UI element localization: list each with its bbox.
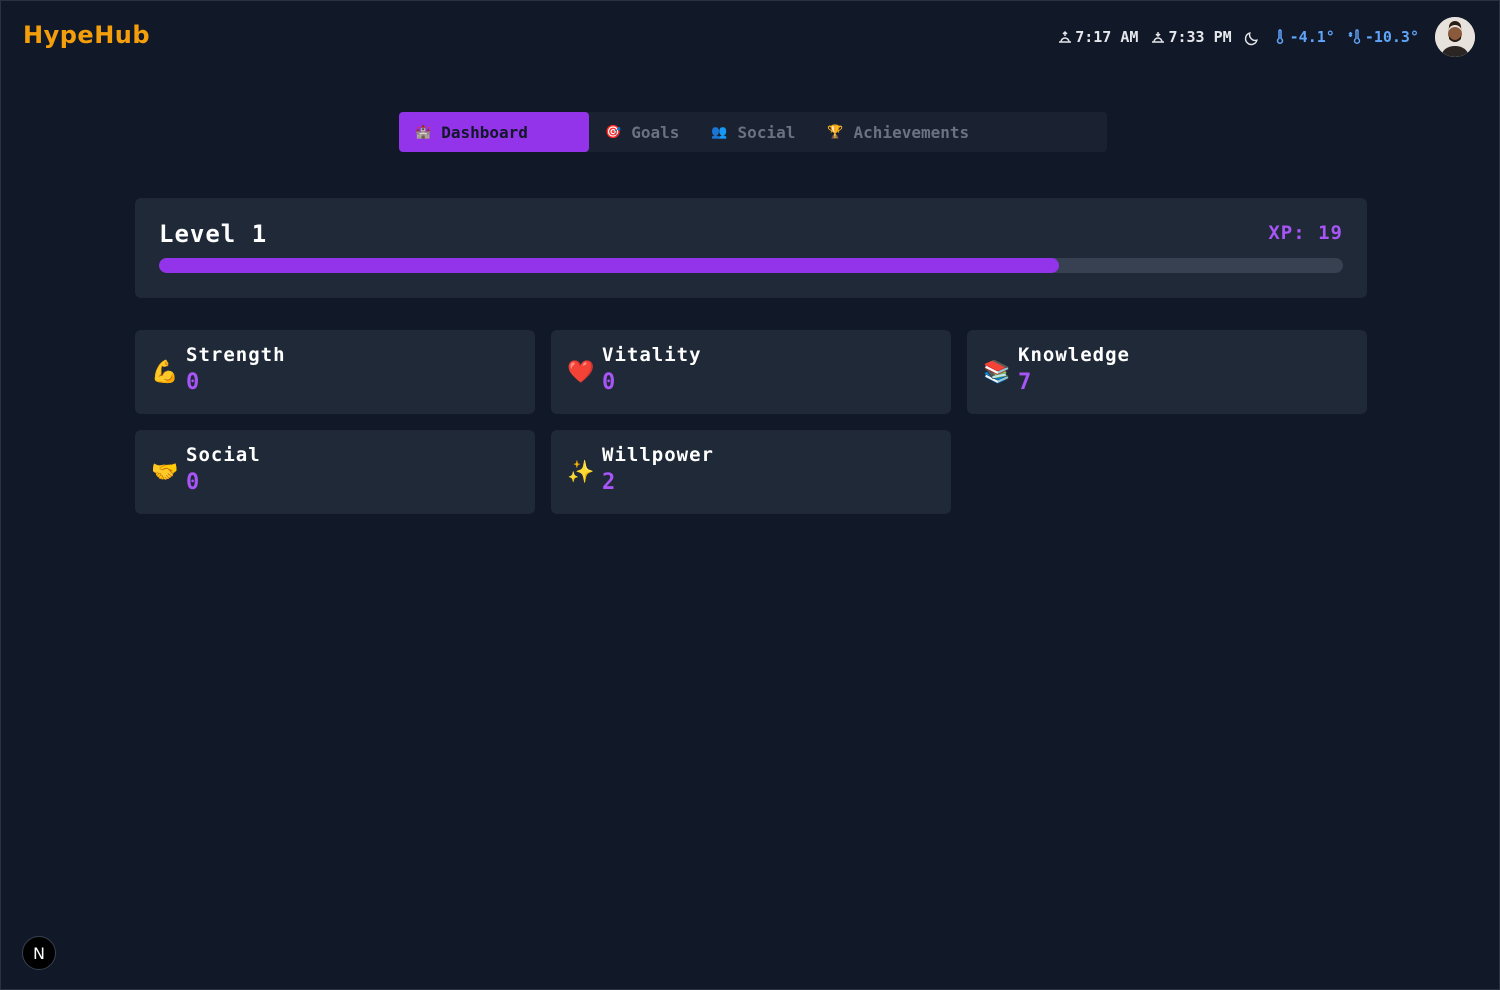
stat-value: 7 (1018, 370, 1032, 395)
moon-icon[interactable] (1244, 29, 1260, 46)
temperature-label: -4.1° (1289, 28, 1335, 46)
target-icon: 🎯 (605, 124, 622, 140)
trophy-icon: 🏆 (827, 124, 844, 140)
tab-goals[interactable]: 🎯 Goals (589, 112, 695, 152)
stat-value: 0 (186, 370, 200, 395)
feels-like-temperature: -10.3° (1347, 28, 1419, 46)
stat-card-willpower[interactable]: ✨ Willpower 2 (551, 430, 951, 514)
sunset-time: 7:33 PM (1150, 28, 1232, 46)
handshake-icon: 🤝 (151, 460, 179, 485)
heart-icon: ❤️ (567, 360, 595, 385)
stat-name: Willpower (602, 444, 714, 466)
feels-like-label: -10.3° (1364, 28, 1419, 46)
tab-dashboard[interactable]: 🏰 Dashboard (399, 112, 589, 152)
thermometer-icon (1272, 29, 1288, 45)
dev-badge[interactable]: N (22, 936, 56, 970)
xp-progress-fill (159, 258, 1059, 273)
people-icon: 👥 (711, 124, 728, 140)
tab-goals-label: Goals (631, 122, 680, 142)
level-title: Level 1 (159, 220, 268, 248)
flexed-bicep-icon: 💪 (151, 360, 179, 385)
tab-achievements-label: Achievements (853, 122, 970, 142)
stat-name: Vitality (602, 344, 702, 366)
xp-progress-bar (159, 258, 1343, 273)
sparkles-icon: ✨ (567, 460, 595, 485)
avatar[interactable] (1435, 17, 1475, 57)
level-card: Level 1 XP: 19 (135, 198, 1367, 298)
tab-dashboard-label: Dashboard (441, 122, 528, 142)
stat-value: 2 (602, 470, 616, 495)
stat-card-social[interactable]: 🤝 Social 0 (135, 430, 535, 514)
tab-social-label: Social (737, 122, 796, 142)
stat-card-vitality[interactable]: ❤️ Vitality 0 (551, 330, 951, 414)
stat-name: Social (186, 444, 261, 466)
stat-value: 0 (602, 370, 616, 395)
books-icon: 📚 (983, 360, 1011, 385)
tab-achievements[interactable]: 🏆 Achievements (811, 112, 985, 152)
tab-social[interactable]: 👥 Social (695, 112, 811, 152)
wind-chill-icon (1347, 29, 1363, 45)
xp-label: XP: 19 (1268, 222, 1343, 244)
status-bar: 7:17 AM 7:33 PM -4.1° -10.3° (1057, 17, 1475, 57)
sunrise-time: 7:17 AM (1057, 28, 1138, 46)
stat-card-knowledge[interactable]: 📚 Knowledge 7 (967, 330, 1367, 414)
stat-name: Strength (186, 344, 286, 366)
sunset-icon (1150, 29, 1166, 45)
main-tabs: 🏰 Dashboard 🎯 Goals 👥 Social 🏆 Achieveme… (399, 112, 1107, 152)
temperature: -4.1° (1272, 28, 1335, 46)
stat-name: Knowledge (1018, 344, 1130, 366)
stat-value: 0 (186, 470, 200, 495)
castle-icon: 🏰 (415, 124, 432, 140)
sunrise-label: 7:17 AM (1075, 28, 1139, 46)
stat-card-strength[interactable]: 💪 Strength 0 (135, 330, 535, 414)
sunset-label: 7:33 PM (1168, 28, 1232, 46)
app-logo[interactable]: HypeHub (23, 21, 150, 49)
sunrise-icon (1057, 29, 1073, 45)
